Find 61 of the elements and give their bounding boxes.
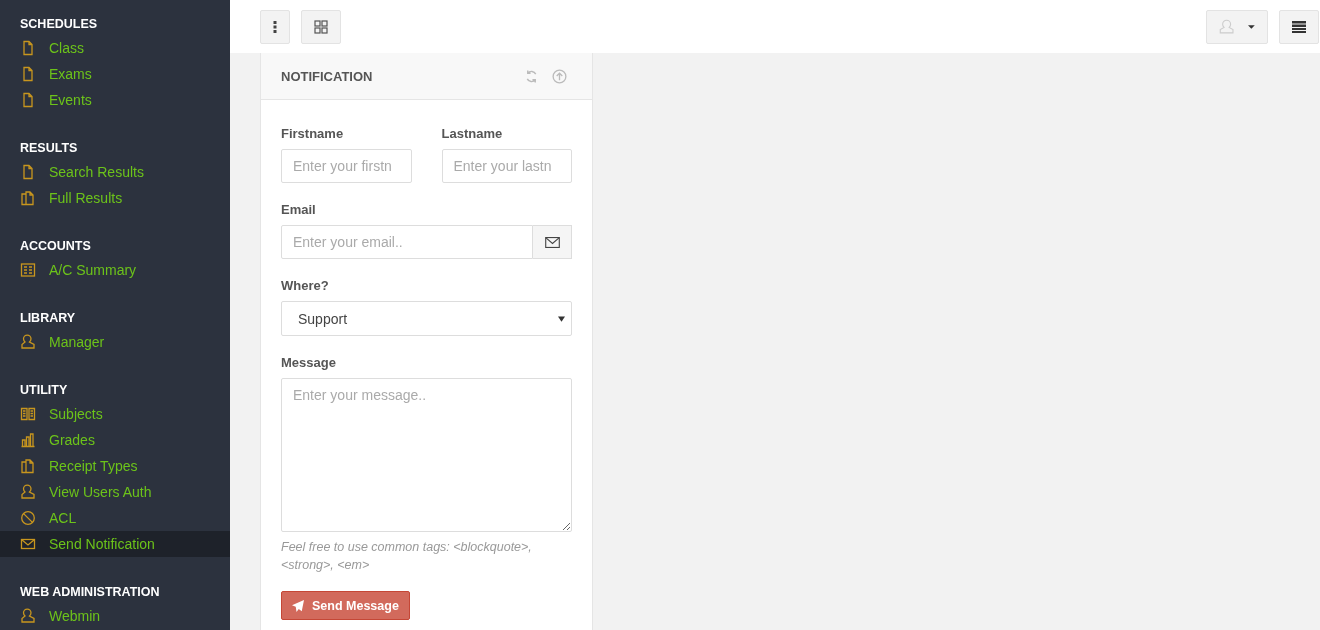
field-label: Email xyxy=(281,202,317,217)
field-label: Lastname xyxy=(441,126,504,141)
file-icon xyxy=(20,66,36,82)
file-icon xyxy=(20,40,36,56)
sidebar-heading: SCHEDULES xyxy=(19,16,99,33)
sidebar-item[interactable]: Search Results xyxy=(0,159,230,185)
vertical-dots-icon xyxy=(273,20,277,33)
user-icon xyxy=(20,334,36,350)
list-icon xyxy=(1292,20,1306,33)
field-label: Where? xyxy=(281,278,330,293)
email-field[interactable]: Enter your email.. xyxy=(281,225,533,259)
send-message-button[interactable]: Send Message xyxy=(281,591,410,620)
refresh-icon[interactable] xyxy=(524,68,539,84)
sidebar-item[interactable]: Class xyxy=(0,35,230,61)
sidebar-heading: ACCOUNTS xyxy=(19,238,92,255)
help-text: Feel free to use common tags: <blockquote>, <strong>, <em> xyxy=(281,539,533,574)
user-icon xyxy=(1219,17,1235,36)
sidebar-item[interactable]: Exams xyxy=(0,61,230,87)
sidebar-heading: UTILITY xyxy=(19,382,69,399)
field-label: Firstname xyxy=(281,126,345,141)
sidebar-item[interactable]: Events xyxy=(0,87,230,113)
envelope-icon xyxy=(544,236,560,248)
sidebar-item[interactable]: Webmin xyxy=(0,603,230,629)
files-icon xyxy=(20,458,36,474)
envelope-icon xyxy=(20,536,36,552)
sidebar-item[interactable]: A/C Summary xyxy=(0,257,230,283)
list-icon xyxy=(20,262,36,278)
sidebar-toggle-button[interactable] xyxy=(1279,9,1319,44)
more-button[interactable] xyxy=(260,9,290,44)
sidebar-heading: LIBRARY xyxy=(19,310,77,327)
user-icon xyxy=(20,484,36,500)
sidebar-item[interactable]: Receipt Types xyxy=(0,453,230,479)
firstname-field[interactable]: Enter your firstn xyxy=(281,149,412,183)
sidebar-item[interactable]: Grades xyxy=(0,427,230,453)
sidebar-heading: WEB ADMINISTRATION xyxy=(19,584,161,601)
grid-button[interactable] xyxy=(301,9,341,44)
file-icon xyxy=(20,164,36,180)
sidebar-item[interactable]: Manager xyxy=(0,329,230,355)
files-icon xyxy=(20,190,36,206)
lastname-field[interactable]: Enter your lastn xyxy=(441,149,572,183)
panel-title: NOTIFICATION xyxy=(281,68,374,84)
ban-icon xyxy=(20,510,36,526)
book-icon xyxy=(20,406,36,422)
user-icon xyxy=(20,608,36,624)
sidebar-item[interactable]: Send Notification xyxy=(0,531,230,557)
sidebar-item[interactable]: Full Results xyxy=(0,185,230,211)
user-menu-button[interactable] xyxy=(1206,9,1268,44)
where-dropdown[interactable]: Support xyxy=(281,301,572,336)
file-icon xyxy=(20,92,36,108)
caret-icon xyxy=(1248,24,1255,29)
caret-icon xyxy=(558,315,565,322)
message-field[interactable]: Enter your message.. xyxy=(281,378,572,532)
sidebar-item[interactable]: ACL xyxy=(0,505,230,531)
paper-plane-icon xyxy=(292,599,304,612)
field-label: Message xyxy=(281,355,337,370)
sidebar-item[interactable]: View Users Auth xyxy=(0,479,230,505)
sidebar-item[interactable]: Subjects xyxy=(0,401,230,427)
bar-chart-icon xyxy=(20,432,36,448)
grid-icon xyxy=(314,19,328,34)
sidebar-heading: RESULTS xyxy=(19,140,79,157)
arrow-up-circle-icon[interactable] xyxy=(552,68,567,84)
